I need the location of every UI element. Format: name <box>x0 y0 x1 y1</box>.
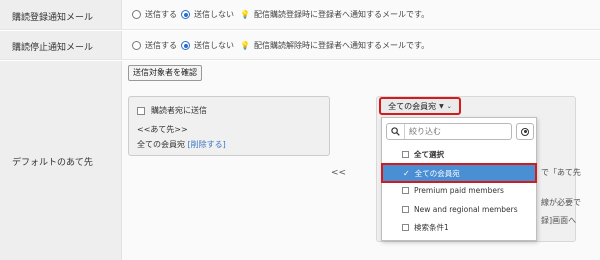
option-label: 検索条件1 <box>414 222 449 232</box>
filter-search-box[interactable] <box>386 123 512 140</box>
unsubscribe-mail-note: 配信購読解除時に登録者へ通知するメールです。 <box>253 41 430 50</box>
option-checkbox[interactable] <box>402 150 409 158</box>
option-label: Premium paid members <box>414 185 504 195</box>
panel-background-text: 録]画面へ <box>541 216 577 225</box>
default-destination-label: デフォルトのあて先 <box>12 158 93 168</box>
clear-filter-button[interactable] <box>516 123 534 140</box>
filter-search-row <box>386 123 534 140</box>
dropdown-option-new-regional[interactable]: New and regional members <box>382 201 536 217</box>
row-value-cell: 送信する 送信しない 💡 配信購読登録時に登録者へ通知するメールです。 <box>122 0 600 29</box>
subscribers-checkbox-label[interactable]: 購読者宛に送信 <box>151 105 207 116</box>
unsubscribe-mail-nosend-label[interactable]: 送信しない <box>194 40 234 51</box>
dropdown-option-all-members[interactable]: ✓ 全ての会員宛 <box>381 163 537 183</box>
subscribers-checkbox[interactable] <box>137 106 145 115</box>
clear-icon <box>521 127 529 136</box>
row-label-cell: 購読停止通知メール <box>0 31 122 59</box>
move-left-arrow[interactable]: << <box>331 168 346 178</box>
search-icon <box>387 124 405 139</box>
subscribe-mail-label: 購読登録通知メール <box>12 13 94 23</box>
checkmark-icon: ✓ <box>403 168 410 178</box>
subscribe-mail-note: 配信購読登録時に登録者へ通知するメールです。 <box>253 10 430 19</box>
dropdown-option-search-condition[interactable]: 検索条件1 <box>382 219 536 235</box>
caret-down-icon: ▼ <box>439 102 444 110</box>
destination-dropdown-menu: 全て選択 ✓ 全ての会員宛 Premium paid members New a… <box>381 117 537 241</box>
option-checkbox[interactable] <box>402 223 409 231</box>
destination-heading: <<あて先>> <box>137 125 188 134</box>
lightbulb-icon: 💡 <box>240 41 250 50</box>
unsubscribe-mail-radio-group: 送信する 送信しない 💡 配信購読解除時に登録者へ通知するメールです。 <box>132 40 429 51</box>
chevron-down-icon: ⌄ <box>446 102 452 110</box>
subscribe-mail-send-label[interactable]: 送信する <box>145 9 177 20</box>
subscribe-mail-nosend-radio[interactable] <box>181 10 190 19</box>
subscribe-mail-radio-group: 送信する 送信しない 💡 配信購読登録時に登録者へ通知するメールです。 <box>132 9 429 20</box>
dropdown-option-premium[interactable]: Premium paid members <box>382 182 536 198</box>
subscribe-mail-row: 購読登録通知メール 送信する 送信しない 💡 配信購読登録時に登録者へ通知するメ… <box>0 0 600 30</box>
destination-dropdown-label: 全ての会員宛 <box>388 101 437 111</box>
panel-background-text: 線が必要で <box>541 198 581 207</box>
unsubscribe-mail-row: 購読停止通知メール 送信する 送信しない 💡 配信購読解除時に登録者へ通知するメ… <box>0 31 600 60</box>
destination-item-name: 全ての会員宛 <box>137 140 185 149</box>
unsubscribe-mail-nosend-radio[interactable] <box>181 41 190 50</box>
selected-destinations-box: 購読者宛に送信 <<あて先>> 全ての会員宛 [削除する] <box>128 96 330 156</box>
row-label-cell: 購読登録通知メール <box>0 0 122 29</box>
panel-background-text: で「あて先 <box>541 168 581 177</box>
option-label: 全て選択 <box>414 149 444 159</box>
subscribe-mail-nosend-label[interactable]: 送信しない <box>194 9 234 20</box>
option-label: New and regional members <box>414 204 518 214</box>
unsubscribe-mail-send-radio[interactable] <box>132 41 141 50</box>
unsubscribe-mail-label: 購読停止通知メール <box>12 43 94 53</box>
subscribers-checkbox-row[interactable]: 購読者宛に送信 <box>137 105 207 116</box>
filter-search-input[interactable] <box>405 124 505 139</box>
row-label-cell: デフォルトのあて先 <box>0 61 122 260</box>
option-checkbox[interactable] <box>402 186 409 194</box>
unsubscribe-mail-send-label[interactable]: 送信する <box>145 40 177 51</box>
row-value-cell: 送信する 送信しない 💡 配信購読解除時に登録者へ通知するメールです。 <box>122 31 600 59</box>
option-checkbox[interactable] <box>402 205 409 213</box>
subscribe-mail-send-radio[interactable] <box>132 10 141 19</box>
remove-destination-link[interactable]: [削除する] <box>188 140 226 149</box>
confirm-recipients-button[interactable]: 送信対象者を確認 <box>128 65 202 81</box>
lightbulb-icon: 💡 <box>240 10 250 19</box>
dropdown-option-select-all[interactable]: 全て選択 <box>382 146 536 162</box>
option-label: 全ての会員宛 <box>414 168 460 178</box>
destination-item: 全ての会員宛 [削除する] <box>137 139 226 150</box>
destination-dropdown-button[interactable]: 全ての会員宛 ▼ ⌄ <box>379 97 461 115</box>
